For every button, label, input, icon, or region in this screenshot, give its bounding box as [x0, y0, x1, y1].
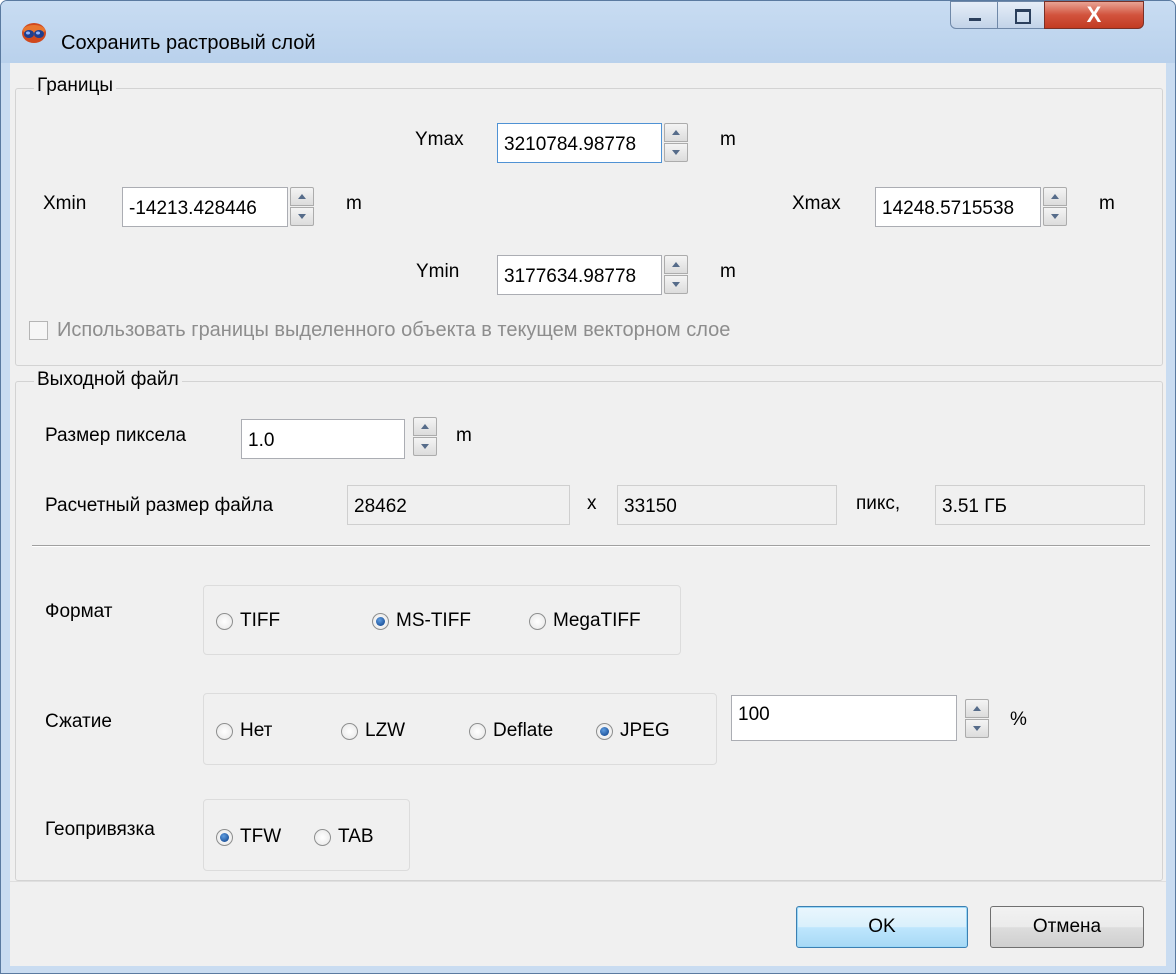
ymin-input[interactable]: 3177634.98778 — [497, 255, 662, 295]
cancel-button[interactable]: Отмена — [990, 906, 1144, 948]
maximize-icon — [998, 2, 1044, 28]
format-radio-megatiff[interactable]: MegaTIFF — [529, 610, 641, 632]
radio-icon — [529, 612, 546, 630]
georef-radio-tab[interactable]: TAB — [314, 826, 374, 848]
compression-panel: Нет LZW Deflate JPEG — [203, 693, 717, 765]
minimize-icon — [951, 2, 997, 28]
ymin-label: Ymin — [416, 261, 460, 282]
output-group-title: Выходной файл — [34, 369, 182, 391]
xmin-input[interactable]: -14213.428446 — [122, 187, 288, 227]
file-size-label: Расчетный размер файла — [45, 495, 274, 516]
bounds-group-title: Границы — [34, 75, 116, 97]
ymax-unit: m — [720, 129, 736, 150]
window-title: Сохранить растровый слой — [61, 32, 316, 54]
ymin-unit: m — [720, 261, 736, 282]
xmin-unit: m — [346, 193, 362, 214]
jpeg-quality-unit: % — [1010, 709, 1027, 730]
radio-label: JPEG — [620, 720, 670, 741]
pixel-size-input[interactable]: 1.0 — [241, 419, 405, 459]
xmax-label: Xmax — [792, 193, 841, 214]
radio-icon — [216, 722, 233, 740]
use-selection-label: Использовать границы выделенного объекта… — [57, 319, 731, 341]
file-size-x: x — [587, 493, 597, 514]
spin-up-icon[interactable] — [965, 699, 989, 718]
xmin-label: Xmin — [43, 193, 87, 214]
ymax-spinner[interactable] — [664, 123, 688, 163]
format-label: Формат — [45, 601, 113, 622]
radio-icon — [314, 828, 331, 846]
xmax-unit: m — [1099, 193, 1115, 214]
jpeg-quality-input[interactable]: 100 — [731, 695, 957, 741]
radio-label: Нет — [240, 720, 273, 741]
button-bar: OK Отмена — [10, 881, 1166, 966]
jpeg-quality-spinner[interactable] — [965, 699, 989, 739]
xmin-spinner[interactable] — [290, 187, 314, 227]
app-logo-icon — [22, 23, 46, 43]
spin-up-icon[interactable] — [290, 187, 314, 206]
georef-label: Геопривязка — [45, 819, 155, 840]
spin-down-icon[interactable] — [965, 719, 989, 738]
xmax-spinner[interactable] — [1043, 187, 1067, 227]
radio-label: MS-TIFF — [396, 610, 471, 631]
close-button[interactable]: X — [1044, 1, 1144, 29]
format-radio-ms-tiff[interactable]: MS-TIFF — [372, 610, 471, 632]
xmax-input[interactable]: 14248.5715538 — [875, 187, 1041, 227]
spin-down-icon[interactable] — [664, 143, 688, 162]
pixel-size-unit: m — [456, 425, 472, 446]
spin-down-icon[interactable] — [290, 207, 314, 226]
radio-icon — [216, 612, 233, 630]
format-panel: TIFF MS-TIFF MegaTIFF — [203, 585, 681, 655]
ymin-spinner[interactable] — [664, 255, 688, 295]
radio-selected-icon — [216, 828, 233, 846]
compression-label: Сжатие — [45, 711, 112, 732]
radio-label: TAB — [338, 826, 374, 847]
compression-radio-lzw[interactable]: LZW — [341, 720, 405, 742]
spin-up-icon[interactable] — [1043, 187, 1067, 206]
dialog-body: Границы Ymax 3210784.98778 m Xmin -14213… — [10, 63, 1166, 966]
ok-button[interactable]: OK — [796, 906, 968, 948]
maximize-button[interactable] — [997, 1, 1045, 29]
ymax-label: Ymax — [415, 129, 464, 150]
close-icon: X — [1086, 2, 1102, 27]
radio-label: MegaTIFF — [553, 610, 641, 631]
ymax-input[interactable]: 3210784.98778 — [497, 123, 662, 163]
pixel-size-spinner[interactable] — [413, 417, 437, 457]
save-raster-dialog: Сохранить растровый слой X Границы Ymax … — [0, 0, 1176, 974]
radio-label: TFW — [240, 826, 282, 847]
spin-down-icon[interactable] — [664, 275, 688, 294]
compression-radio-none[interactable]: Нет — [216, 720, 272, 742]
georef-radio-tfw[interactable]: TFW — [216, 826, 281, 848]
spin-up-icon[interactable] — [664, 255, 688, 274]
file-width-field: 28462 — [347, 485, 570, 525]
file-size-estimate: 3.51 ГБ — [935, 485, 1145, 525]
radio-label: LZW — [365, 720, 406, 741]
compression-radio-jpeg[interactable]: JPEG — [596, 720, 670, 742]
compression-radio-deflate[interactable]: Deflate — [469, 720, 553, 742]
file-size-unit: пикс, — [856, 493, 901, 514]
format-radio-tiff[interactable]: TIFF — [216, 610, 280, 632]
spin-up-icon[interactable] — [413, 417, 437, 436]
separator — [32, 545, 1150, 547]
spin-down-icon[interactable] — [413, 437, 437, 456]
file-height-field: 33150 — [617, 485, 837, 525]
pixel-size-label: Размер пиксела — [45, 425, 187, 446]
minimize-button[interactable] — [950, 1, 998, 29]
radio-label: TIFF — [240, 610, 281, 631]
radio-icon — [341, 722, 358, 740]
georef-panel: TFW TAB — [203, 799, 410, 871]
radio-label: Deflate — [493, 720, 554, 741]
title-bar[interactable]: Сохранить растровый слой X — [1, 1, 1175, 63]
spin-down-icon[interactable] — [1043, 207, 1067, 226]
radio-selected-icon — [596, 722, 613, 740]
radio-icon — [469, 722, 486, 740]
radio-selected-icon — [372, 612, 389, 630]
use-selection-checkbox[interactable] — [29, 321, 48, 340]
spin-up-icon[interactable] — [664, 123, 688, 142]
